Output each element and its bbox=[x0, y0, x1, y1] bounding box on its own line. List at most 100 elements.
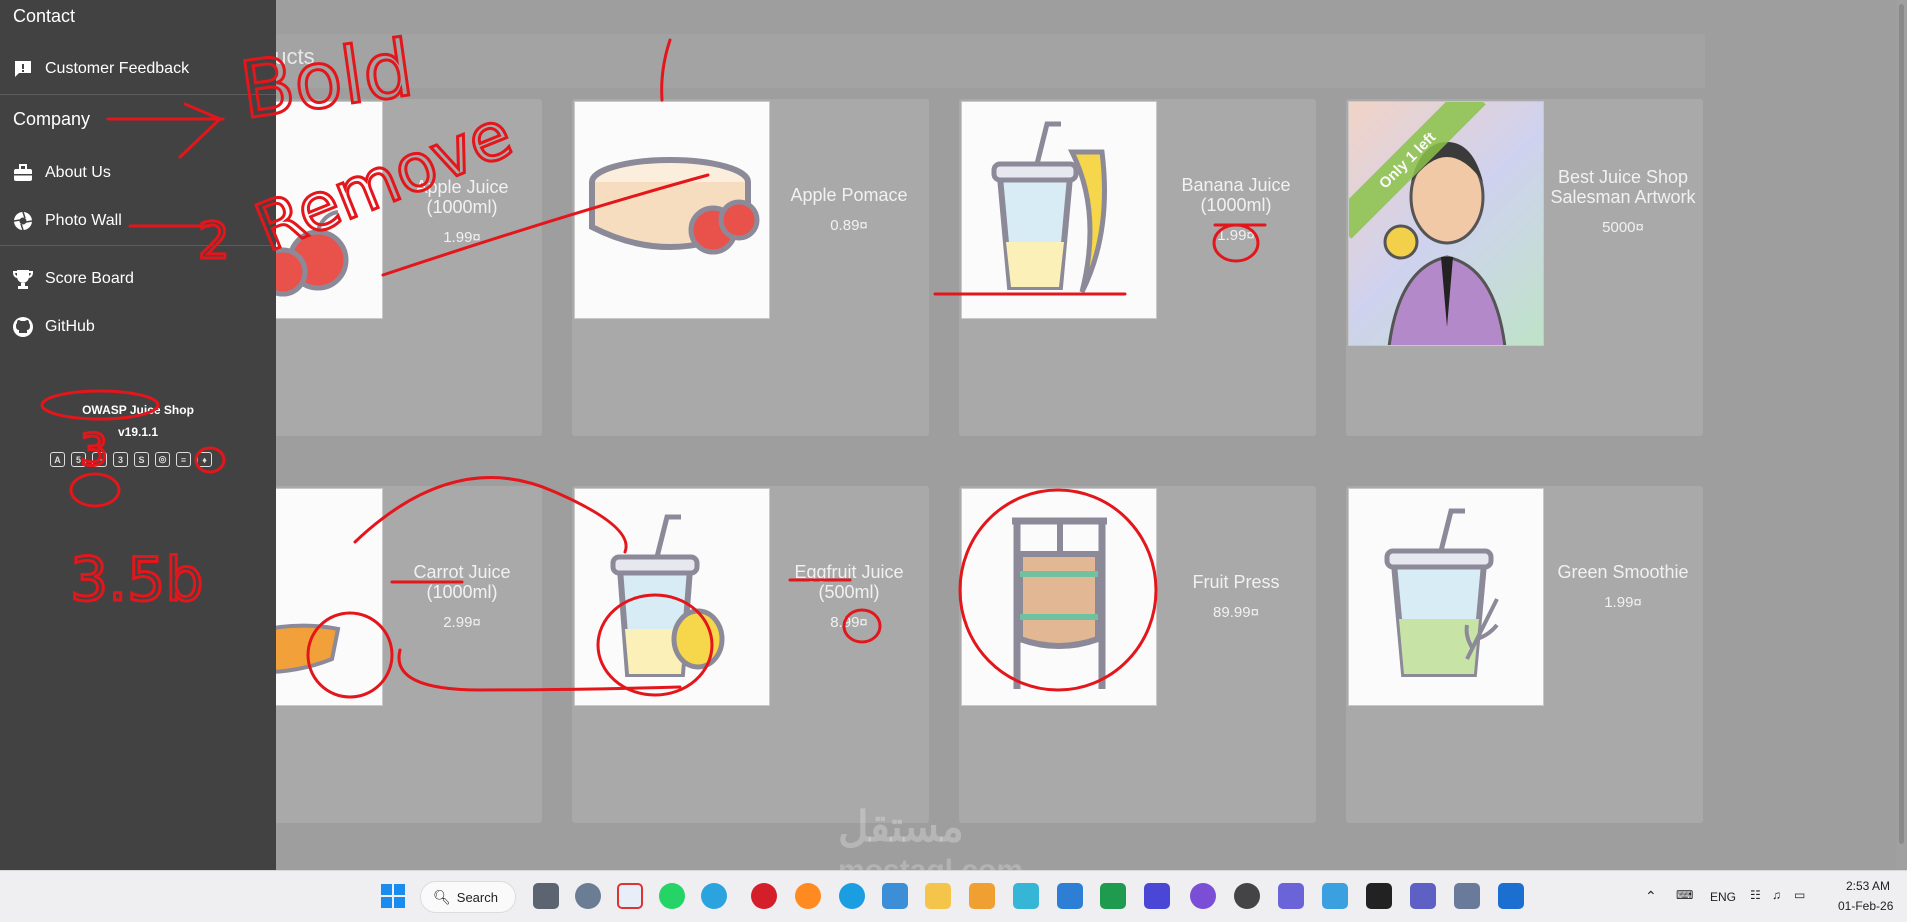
product-price: 1.99¤ bbox=[1217, 227, 1255, 244]
product-name: Eggfruit Juice (500ml) bbox=[794, 562, 904, 602]
outlook-icon[interactable] bbox=[1498, 883, 1524, 909]
sidebar-item-customer-feedback[interactable]: Customer Feedback bbox=[0, 49, 276, 89]
sidebar-item-photo-wall[interactable]: Photo Wall bbox=[0, 201, 276, 241]
trophy-icon bbox=[11, 267, 35, 291]
whatsapp-icon[interactable] bbox=[659, 883, 685, 909]
product-info: Banana Juice (1000ml) 1.99¤ bbox=[1161, 175, 1311, 244]
product-card-fruit-press[interactable]: Fruit Press 89.99¤ bbox=[959, 486, 1316, 823]
product-price: 1.99¤ bbox=[443, 229, 481, 246]
git-client-icon[interactable] bbox=[969, 883, 995, 909]
sidebar-section-contact: Contact bbox=[13, 6, 76, 26]
keyboard-icon[interactable]: ⌨︎ bbox=[1676, 888, 1693, 902]
briefcase-icon bbox=[11, 161, 35, 185]
taskbar-search[interactable]: 🔍︎ Search bbox=[420, 881, 516, 913]
search-label: Search bbox=[456, 889, 498, 905]
clock-time[interactable]: 2:53 AM bbox=[1846, 879, 1890, 893]
watermark-latin: mostaql.com bbox=[838, 854, 1023, 870]
windows-start-icon[interactable] bbox=[380, 883, 406, 909]
product-image-apple-pomace[interactable] bbox=[574, 101, 770, 319]
heading-bar bbox=[250, 34, 1705, 88]
app-icon-2[interactable] bbox=[1322, 883, 1348, 909]
taskbar: 🔍︎ Search ⌃ ⌨︎ ENG ☷ ♫ ▭ 2:53 AM 01-Feb-… bbox=[0, 870, 1907, 922]
edge-icon[interactable] bbox=[839, 883, 865, 909]
vscode-icon[interactable] bbox=[1057, 883, 1083, 909]
product-info: Eggfruit Juice (500ml) 8.99¤ bbox=[774, 562, 924, 631]
product-image-green-smoothie[interactable] bbox=[1348, 488, 1544, 706]
app-icon[interactable] bbox=[1013, 883, 1039, 909]
watermark-arabic: مستقل bbox=[838, 803, 964, 850]
snipping-tool-icon[interactable] bbox=[617, 883, 643, 909]
photos-icon[interactable] bbox=[882, 883, 908, 909]
pycharm-icon[interactable] bbox=[1100, 883, 1126, 909]
search-icon: 🔍︎ bbox=[433, 888, 451, 905]
product-card-banana-juice[interactable]: Banana Juice (1000ml) 1.99¤ bbox=[959, 99, 1316, 436]
battery-icon[interactable]: ▭ bbox=[1794, 888, 1805, 902]
app-name: OWASP Juice Shop bbox=[82, 403, 194, 417]
product-price: 89.99¤ bbox=[1213, 604, 1259, 621]
github-icon bbox=[11, 315, 35, 339]
telegram-icon[interactable] bbox=[701, 883, 727, 909]
camera-aperture-icon bbox=[11, 209, 35, 233]
product-price: 2.99¤ bbox=[443, 614, 481, 631]
angular-icon: A bbox=[50, 452, 65, 467]
chart-app-icon[interactable] bbox=[1454, 883, 1480, 909]
wifi-icon[interactable]: ☷ bbox=[1750, 888, 1761, 902]
opera-icon[interactable] bbox=[751, 883, 777, 909]
task-view-icon[interactable] bbox=[533, 883, 559, 909]
sass-icon: ~ bbox=[92, 452, 107, 467]
product-name: Apple Pomace bbox=[790, 185, 908, 205]
teams-work-icon[interactable] bbox=[1410, 883, 1436, 909]
file-explorer-icon[interactable] bbox=[925, 883, 951, 909]
chevron-up-icon[interactable]: ⌃ bbox=[1645, 888, 1657, 905]
product-image-fruit-press[interactable] bbox=[961, 488, 1157, 706]
product-card-salesman-artwork[interactable]: Only 1 left Best Juice Shop Salesman Art… bbox=[1346, 99, 1703, 436]
sidebar-divider bbox=[0, 245, 276, 246]
product-card-eggfruit-juice[interactable]: Eggfruit Juice (500ml) 8.99¤ bbox=[572, 486, 929, 823]
product-name: Banana Juice (1000ml) bbox=[1181, 175, 1291, 215]
product-info: Green Smoothie 1.99¤ bbox=[1548, 562, 1698, 611]
product-image-banana-juice[interactable] bbox=[961, 101, 1157, 319]
scrollbar-thumb[interactable] bbox=[1899, 4, 1904, 844]
sidebar-item-label: GitHub bbox=[45, 318, 95, 335]
sidebar-item-label: Photo Wall bbox=[45, 212, 122, 229]
teams-icon[interactable] bbox=[1278, 883, 1304, 909]
product-price: 8.99¤ bbox=[830, 614, 868, 631]
product-info: Best Juice Shop Salesman Artwork 5000¤ bbox=[1548, 167, 1698, 236]
settings-gear-icon[interactable] bbox=[575, 883, 601, 909]
sidebar-item-github[interactable]: GitHub bbox=[0, 307, 276, 347]
product-price: 0.89¤ bbox=[830, 217, 868, 234]
product-image-salesman-artwork[interactable]: Only 1 left bbox=[1348, 101, 1544, 346]
sidebar-divider bbox=[0, 94, 276, 95]
chatgpt-icon[interactable] bbox=[1234, 883, 1260, 909]
main-content: ducts Apple Juice (1000ml) 1.99¤ Apple P… bbox=[0, 0, 1907, 870]
notion-icon[interactable] bbox=[1366, 883, 1392, 909]
clock-date[interactable]: 01-Feb-26 bbox=[1838, 899, 1893, 913]
product-info: Apple Pomace 0.89¤ bbox=[774, 185, 924, 234]
language-indicator[interactable]: ENG bbox=[1710, 890, 1736, 904]
nodejs-icon: ◎ bbox=[155, 452, 170, 467]
sidebar-item-label: About Us bbox=[45, 164, 111, 181]
html5-icon: 5 bbox=[71, 452, 86, 467]
product-card-apple-pomace[interactable]: Apple Pomace 0.89¤ bbox=[572, 99, 929, 436]
sidebar-item-about-us[interactable]: About Us bbox=[0, 153, 276, 193]
product-name: Fruit Press bbox=[1192, 572, 1280, 592]
javascript-icon: S bbox=[134, 452, 149, 467]
product-info: Carrot Juice (1000ml) 2.99¤ bbox=[387, 562, 537, 631]
css3-icon: 3 bbox=[113, 452, 128, 467]
sidebar-item-label: Customer Feedback bbox=[45, 60, 190, 77]
sidebar-item-label: Score Board bbox=[45, 270, 134, 287]
tech-stack-icons: A 5 ~ 3 S ◎ ≡ ♦ bbox=[50, 452, 212, 467]
volume-icon[interactable]: ♫ bbox=[1772, 888, 1781, 902]
product-price: 1.99¤ bbox=[1604, 594, 1642, 611]
product-name: Carrot Juice (1000ml) bbox=[413, 562, 511, 602]
sidebar-item-score-board[interactable]: Score Board bbox=[0, 259, 276, 299]
vertical-scrollbar[interactable] bbox=[1896, 0, 1907, 870]
intellij-icon[interactable] bbox=[1144, 883, 1170, 909]
product-card-green-smoothie[interactable]: Green Smoothie 1.99¤ bbox=[1346, 486, 1703, 823]
product-image-eggfruit-juice[interactable] bbox=[574, 488, 770, 706]
firefox-icon[interactable] bbox=[795, 883, 821, 909]
product-name: Best Juice Shop Salesman Artwork bbox=[1550, 167, 1696, 207]
github-desktop-icon[interactable] bbox=[1190, 883, 1216, 909]
product-price: 5000¤ bbox=[1602, 219, 1644, 236]
mongodb-icon: ♦ bbox=[197, 452, 212, 467]
